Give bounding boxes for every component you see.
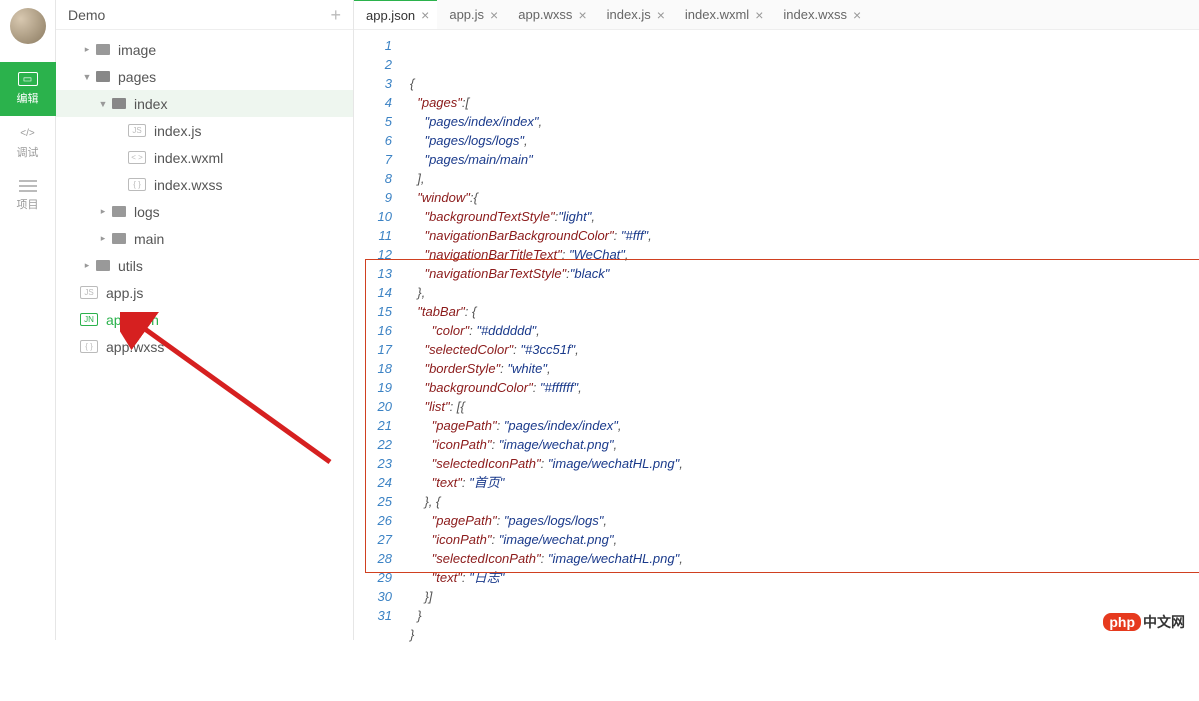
expander-icon: ▼ xyxy=(98,99,108,109)
close-icon[interactable]: × xyxy=(657,7,665,23)
code-content[interactable]: { "pages":[ "pages/index/index", "pages/… xyxy=(402,30,1199,701)
expander-icon: ▼ xyxy=(82,72,92,82)
rail-edit-button[interactable]: ▭ 编辑 xyxy=(0,62,56,116)
tab-app-js[interactable]: app.js × xyxy=(437,0,506,30)
file-icon: { } xyxy=(128,178,146,191)
tree-file-app-json[interactable]: JN app.json xyxy=(56,306,353,333)
tabs-bar: app.json×app.js×app.wxss×index.js×index.… xyxy=(354,0,1199,30)
tree-item-label: index.wxml xyxy=(154,150,223,166)
tree-file-index-wxml[interactable]: < > index.wxml xyxy=(56,144,353,171)
tab-index-wxml[interactable]: index.wxml × xyxy=(673,0,771,30)
tree-folder-image[interactable]: ▸ image xyxy=(56,36,353,63)
file-icon: JN xyxy=(80,313,98,326)
close-icon[interactable]: × xyxy=(755,7,763,23)
tab-index-wxss[interactable]: index.wxss × xyxy=(771,0,869,30)
file-icon: < > xyxy=(128,151,146,164)
file-icon: JS xyxy=(80,286,98,299)
add-button[interactable]: + xyxy=(330,6,341,24)
tab-app-wxss[interactable]: app.wxss × xyxy=(506,0,594,30)
tree-item-label: utils xyxy=(118,258,143,274)
rail-project-button[interactable]: 项目 xyxy=(0,170,56,222)
close-icon[interactable]: × xyxy=(490,7,498,23)
tree-item-label: main xyxy=(134,231,164,247)
expander-icon: ▸ xyxy=(98,233,108,244)
tab-app-json[interactable]: app.json × xyxy=(354,0,437,29)
folder-icon xyxy=(112,98,126,109)
watermark-brand: php xyxy=(1103,613,1141,631)
folder-icon xyxy=(112,233,126,244)
tree-file-app-js[interactable]: JS app.js xyxy=(56,279,353,306)
tree-item-label: app.wxss xyxy=(106,339,164,355)
expander-icon: ▸ xyxy=(82,44,92,55)
expander-icon: ▸ xyxy=(98,206,108,217)
menu-icon xyxy=(19,180,37,192)
tree-item-label: app.json xyxy=(106,312,159,328)
tree-folder-pages[interactable]: ▼ pages xyxy=(56,63,353,90)
folder-icon xyxy=(96,71,110,82)
tab-label: index.wxss xyxy=(783,7,847,22)
edit-icon: ▭ xyxy=(18,72,38,86)
explorer-header: Demo + xyxy=(56,0,353,30)
tree-folder-main[interactable]: ▸ main xyxy=(56,225,353,252)
avatar[interactable] xyxy=(10,8,46,44)
watermark: php中文网 xyxy=(1103,612,1185,632)
rail-debug-label: 调试 xyxy=(17,144,39,160)
tab-label: app.json xyxy=(366,8,415,23)
tree-file-index-js[interactable]: JS index.js xyxy=(56,117,353,144)
tab-label: app.wxss xyxy=(518,7,572,22)
tree-item-label: logs xyxy=(134,204,160,220)
tree-item-label: image xyxy=(118,42,156,58)
close-icon[interactable]: × xyxy=(421,7,429,23)
tree-item-label: pages xyxy=(118,69,156,85)
project-root-name: Demo xyxy=(68,7,105,23)
tab-label: app.js xyxy=(449,7,484,22)
left-rail: ▭ 编辑 </> 调试 项目 xyxy=(0,0,56,640)
close-icon[interactable]: × xyxy=(578,7,586,23)
file-tree: ▸ image ▼ pages ▼ index JS index.js < > index.wxm… xyxy=(56,30,353,366)
rail-project-label: 项目 xyxy=(17,196,39,212)
tab-index-js[interactable]: index.js × xyxy=(595,0,673,30)
tree-file-index-wxss[interactable]: { } index.wxss xyxy=(56,171,353,198)
rail-edit-label: 编辑 xyxy=(17,90,39,106)
tab-label: index.js xyxy=(607,7,651,22)
file-explorer: Demo + ▸ image ▼ pages ▼ index JS index.js < > in… xyxy=(56,0,354,640)
tree-folder-logs[interactable]: ▸ logs xyxy=(56,198,353,225)
debug-icon: </> xyxy=(18,126,38,140)
folder-icon xyxy=(96,260,110,271)
folder-icon xyxy=(112,206,126,217)
file-icon: JS xyxy=(128,124,146,137)
file-icon: { } xyxy=(80,340,98,353)
tree-item-label: index.js xyxy=(154,123,201,139)
tree-item-label: index.wxss xyxy=(154,177,222,193)
rail-debug-button[interactable]: </> 调试 xyxy=(0,116,56,170)
close-icon[interactable]: × xyxy=(853,7,861,23)
tree-file-app-wxss[interactable]: { } app.wxss xyxy=(56,333,353,360)
expander-icon: ▸ xyxy=(82,260,92,271)
editor-area: app.json×app.js×app.wxss×index.js×index.… xyxy=(354,0,1199,640)
folder-icon xyxy=(96,44,110,55)
watermark-text: 中文网 xyxy=(1143,614,1185,630)
tab-label: index.wxml xyxy=(685,7,749,22)
code-editor[interactable]: 1234567891011121314151617181920212223242… xyxy=(354,30,1199,701)
tree-item-label: index xyxy=(134,96,167,112)
tree-item-label: app.js xyxy=(106,285,143,301)
tree-folder-utils[interactable]: ▸ utils xyxy=(56,252,353,279)
line-gutter: 1234567891011121314151617181920212223242… xyxy=(354,30,402,701)
tree-folder-index[interactable]: ▼ index xyxy=(56,90,353,117)
